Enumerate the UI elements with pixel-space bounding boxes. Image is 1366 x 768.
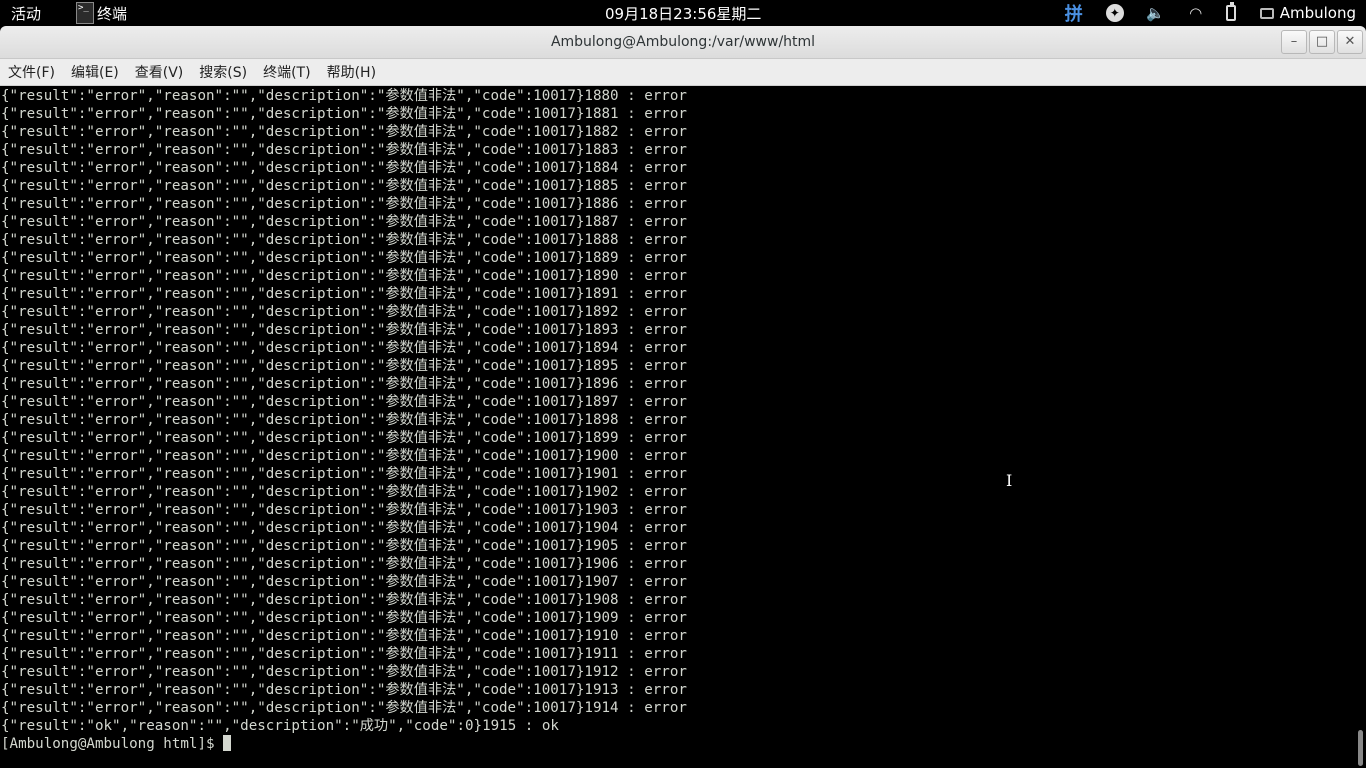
terminal-line: {"result":"error","reason":"","descripti… — [1, 412, 687, 428]
terminal-line: {"result":"error","reason":"","descripti… — [1, 340, 687, 356]
battery-icon[interactable] — [1225, 2, 1236, 21]
terminal-line: {"result":"error","reason":"","descripti… — [1, 358, 687, 374]
terminal-line: {"result":"error","reason":"","descripti… — [1, 610, 687, 626]
terminal-line: {"result":"ok","reason":"","description"… — [1, 718, 559, 734]
terminal-app-icon: >_ — [76, 2, 94, 24]
terminal-line: {"result":"error","reason":"","descripti… — [1, 664, 687, 680]
menu-search[interactable]: 搜索(S) — [195, 62, 255, 82]
user-icon — [1259, 7, 1274, 19]
terminal-line: {"result":"error","reason":"","descripti… — [1, 178, 687, 194]
terminal-line: {"result":"error","reason":"","descripti… — [1, 502, 687, 518]
terminal-line: {"result":"error","reason":"","descripti… — [1, 250, 687, 266]
terminal-line: {"result":"error","reason":"","descripti… — [1, 520, 687, 536]
terminal-line: {"result":"error","reason":"","descripti… — [1, 592, 687, 608]
maximize-button[interactable]: □ — [1309, 30, 1335, 54]
app-menu-label: 终端 — [97, 4, 128, 23]
terminal-line: {"result":"error","reason":"","descripti… — [1, 268, 687, 284]
terminal-line: {"result":"error","reason":"","descripti… — [1, 394, 687, 410]
terminal-line: {"result":"error","reason":"","descripti… — [1, 682, 687, 698]
terminal-line: {"result":"error","reason":"","descripti… — [1, 124, 687, 140]
window-title: Ambulong@Ambulong:/var/www/html — [550, 34, 816, 50]
terminal-line: {"result":"error","reason":"","descripti… — [1, 430, 687, 446]
shell-prompt: [Ambulong@Ambulong html]$ — [1, 736, 224, 752]
user-menu[interactable]: Ambulong — [1280, 4, 1356, 22]
menu-bar: 文件(F) 编辑(E) 查看(V) 搜索(S) 终端(T) 帮助(H) — [0, 59, 1366, 86]
clock[interactable]: 09月18日23:56星期二 — [605, 3, 761, 24]
menu-view[interactable]: 查看(V) — [131, 62, 192, 82]
scrollbar[interactable] — [1352, 86, 1366, 768]
terminal-line: {"result":"error","reason":"","descripti… — [1, 574, 687, 590]
terminal-line: {"result":"error","reason":"","descripti… — [1, 556, 687, 572]
activities-button[interactable]: 活动 — [11, 3, 41, 24]
terminal-window: Ambulong@Ambulong:/var/www/html – □ ✕ 文件… — [0, 26, 1366, 768]
volume-muted-icon[interactable]: 🔈 — [1146, 4, 1166, 22]
terminal-line: {"result":"error","reason":"","descripti… — [1, 538, 687, 554]
terminal-line: {"result":"error","reason":"","descripti… — [1, 646, 687, 662]
accessibility-icon[interactable]: ✦ — [1105, 4, 1124, 22]
menu-file[interactable]: 文件(F) — [4, 62, 63, 82]
terminal-line: {"result":"error","reason":"","descripti… — [1, 88, 687, 104]
terminal-line: {"result":"error","reason":"","descripti… — [1, 214, 687, 230]
scrollbar-thumb[interactable] — [1358, 730, 1363, 766]
text-cursor — [223, 735, 232, 751]
terminal-line: {"result":"error","reason":"","descripti… — [1, 106, 687, 122]
terminal-line: {"result":"error","reason":"","descripti… — [1, 160, 687, 176]
terminal-line: {"result":"error","reason":"","descripti… — [1, 322, 687, 338]
terminal-line: {"result":"error","reason":"","descripti… — [1, 448, 687, 464]
top-bar: 活动 >_ 终端 09月18日23:56星期二 拼 ✦ 🔈 ◠ Ambulong — [0, 0, 1366, 26]
terminal-line: {"result":"error","reason":"","descripti… — [1, 286, 687, 302]
menu-edit[interactable]: 编辑(E) — [67, 62, 127, 82]
ibeam-cursor-icon: I — [1006, 471, 1013, 490]
terminal-line: {"result":"error","reason":"","descripti… — [1, 466, 687, 482]
terminal-line: {"result":"error","reason":"","descripti… — [1, 628, 687, 644]
prompt-line[interactable]: [Ambulong@Ambulong html]$ — [1, 735, 1352, 753]
menu-help[interactable]: 帮助(H) — [323, 62, 384, 82]
terminal-line: {"result":"error","reason":"","descripti… — [1, 700, 687, 716]
system-tray[interactable]: 拼 ✦ 🔈 ◠ Ambulong — [1062, 0, 1356, 26]
app-menu[interactable]: >_ 终端 — [76, 0, 127, 26]
terminal-output[interactable]: {"result":"error","reason":"","descripti… — [0, 86, 1352, 768]
input-method-icon[interactable]: 拼 — [1062, 0, 1086, 26]
window-titlebar[interactable]: Ambulong@Ambulong:/var/www/html – □ ✕ — [0, 26, 1366, 59]
terminal-line: {"result":"error","reason":"","descripti… — [1, 304, 687, 320]
menu-terminal[interactable]: 终端(T) — [259, 62, 318, 82]
minimize-button[interactable]: – — [1281, 30, 1307, 54]
terminal-line: {"result":"error","reason":"","descripti… — [1, 376, 687, 392]
close-button[interactable]: ✕ — [1337, 30, 1363, 54]
terminal-line: {"result":"error","reason":"","descripti… — [1, 232, 687, 248]
terminal-line: {"result":"error","reason":"","descripti… — [1, 142, 687, 158]
terminal-line: {"result":"error","reason":"","descripti… — [1, 484, 687, 500]
wifi-icon[interactable]: ◠ — [1186, 4, 1206, 22]
terminal-line: {"result":"error","reason":"","descripti… — [1, 196, 687, 212]
